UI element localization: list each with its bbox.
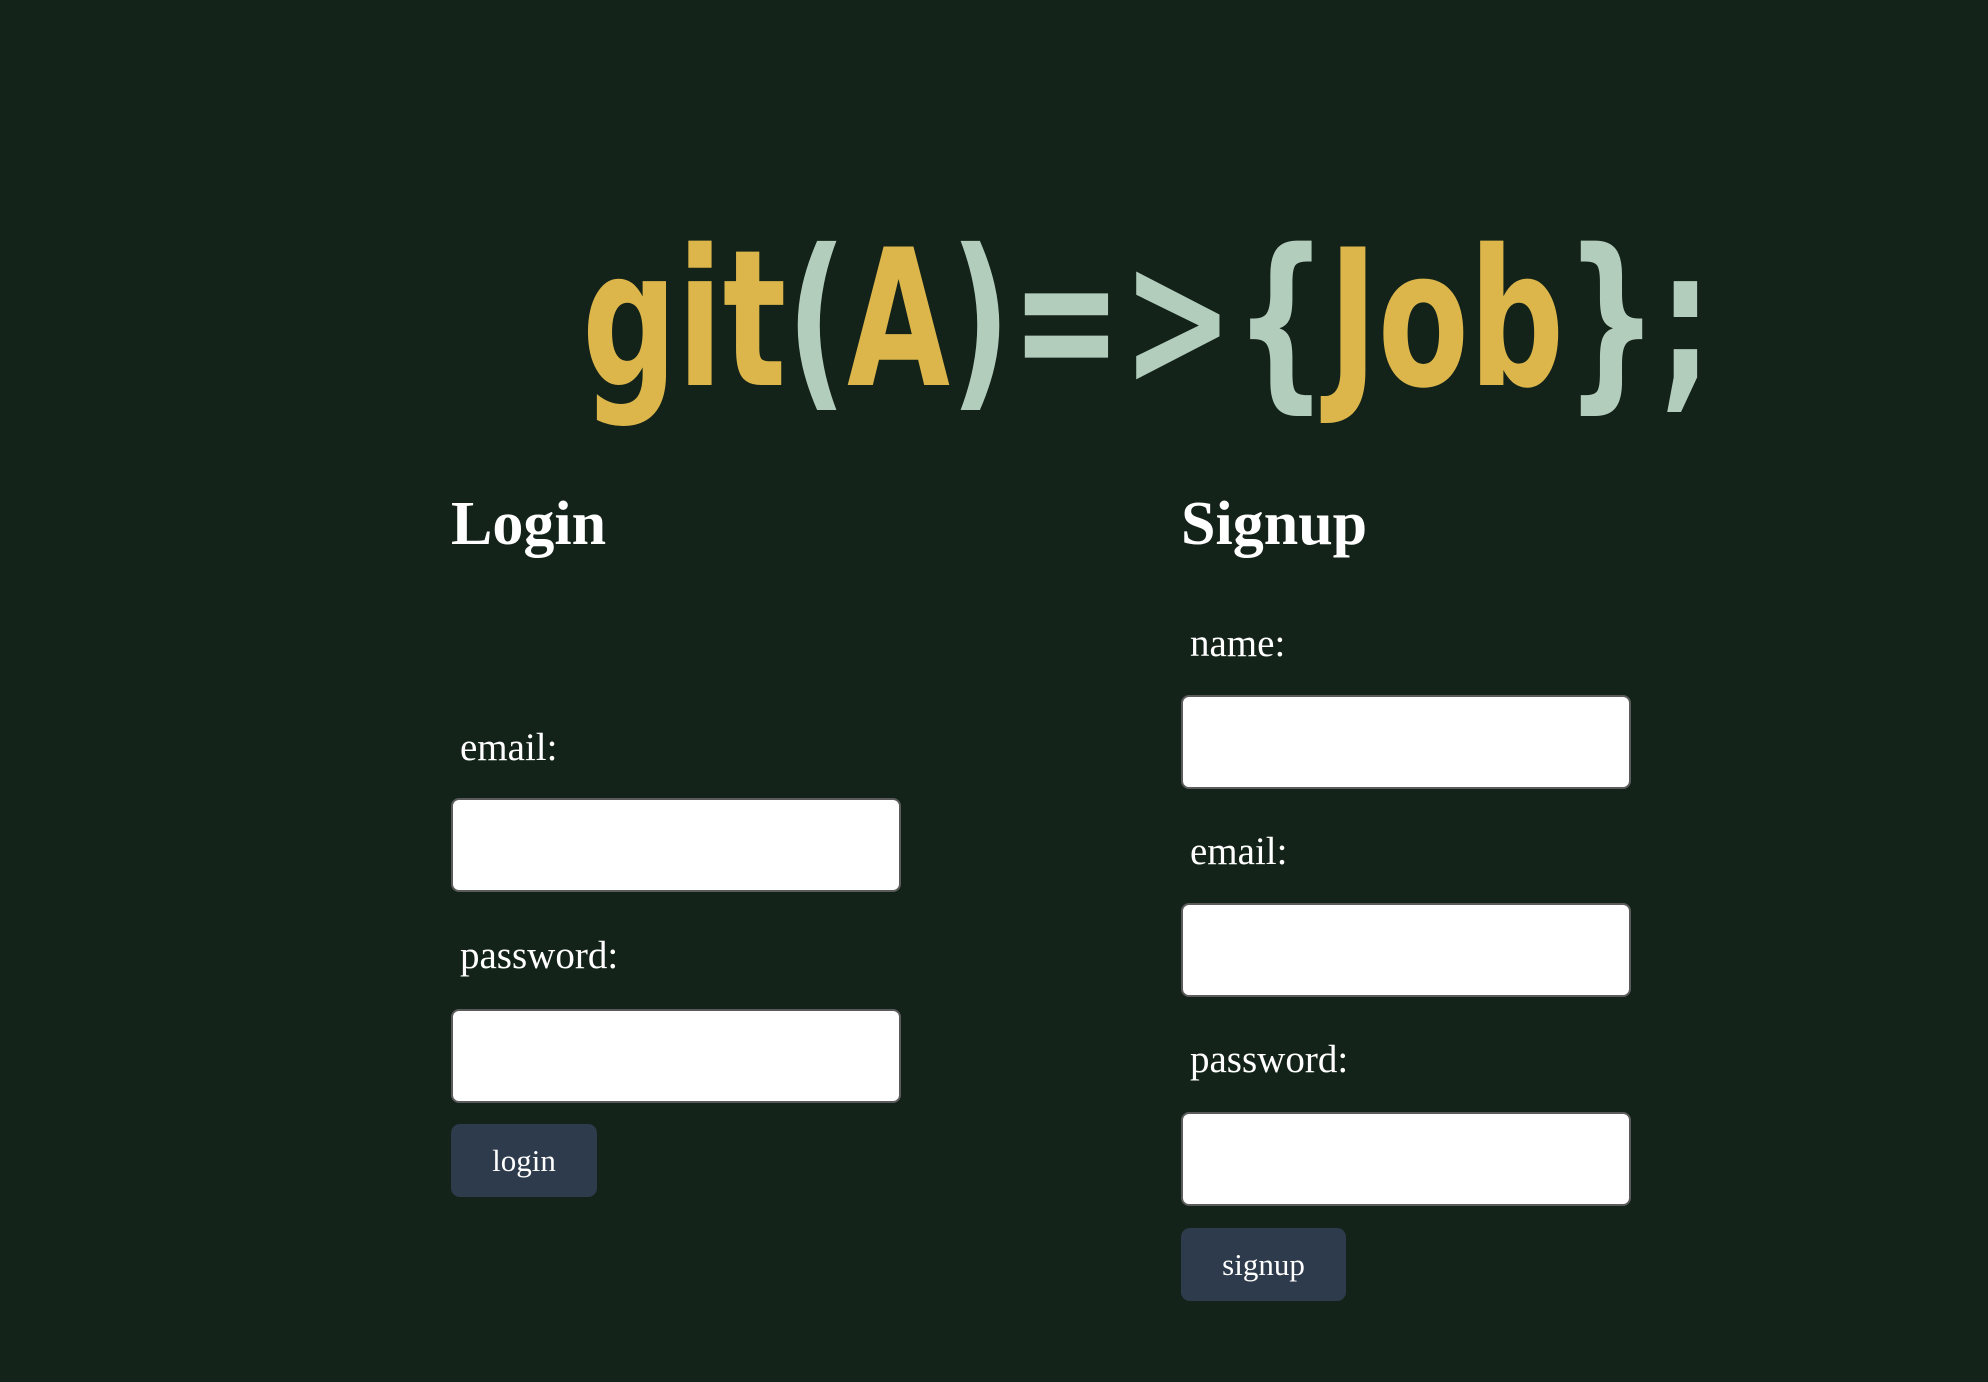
- logo-job: Job: [1321, 215, 1565, 430]
- svg-text:git(A)=>{Job};: git(A)=>{Job};: [582, 215, 1712, 430]
- login-password-label: password:: [460, 934, 619, 977]
- login-email-label: email:: [460, 726, 558, 769]
- login-email-input[interactable]: [451, 798, 901, 892]
- logo-a: A: [847, 215, 950, 430]
- logo-git: git: [582, 215, 786, 430]
- logo-arrow: =>: [1011, 215, 1234, 430]
- signup-name-label: name:: [1190, 622, 1286, 665]
- signup-button[interactable]: signup: [1181, 1228, 1346, 1301]
- signup-email-input[interactable]: [1181, 903, 1631, 997]
- logo-open-brace: {: [1234, 215, 1329, 430]
- signup-name-input[interactable]: [1181, 695, 1631, 789]
- login-button[interactable]: login: [451, 1124, 597, 1197]
- logo-close-paren: ): [950, 215, 1011, 430]
- logo: git(A)=>{Job};: [580, 215, 1720, 430]
- signup-password-input[interactable]: [1181, 1112, 1631, 1206]
- signup-form: Signup name: email: password: signup: [1181, 488, 1641, 1301]
- login-form: Login email: password: login: [451, 488, 911, 1197]
- logo-open-paren: (: [786, 215, 847, 430]
- signup-title: Signup: [1181, 490, 1368, 558]
- logo-wordmark: git(A)=>{Job};: [582, 215, 1712, 430]
- logo-close-brace: }: [1564, 215, 1659, 430]
- login-title: Login: [451, 490, 607, 558]
- signup-password-label: password:: [1190, 1038, 1349, 1081]
- login-password-input[interactable]: [451, 1009, 901, 1103]
- signup-email-label: email:: [1190, 830, 1288, 873]
- logo-semicolon: ;: [1659, 215, 1712, 430]
